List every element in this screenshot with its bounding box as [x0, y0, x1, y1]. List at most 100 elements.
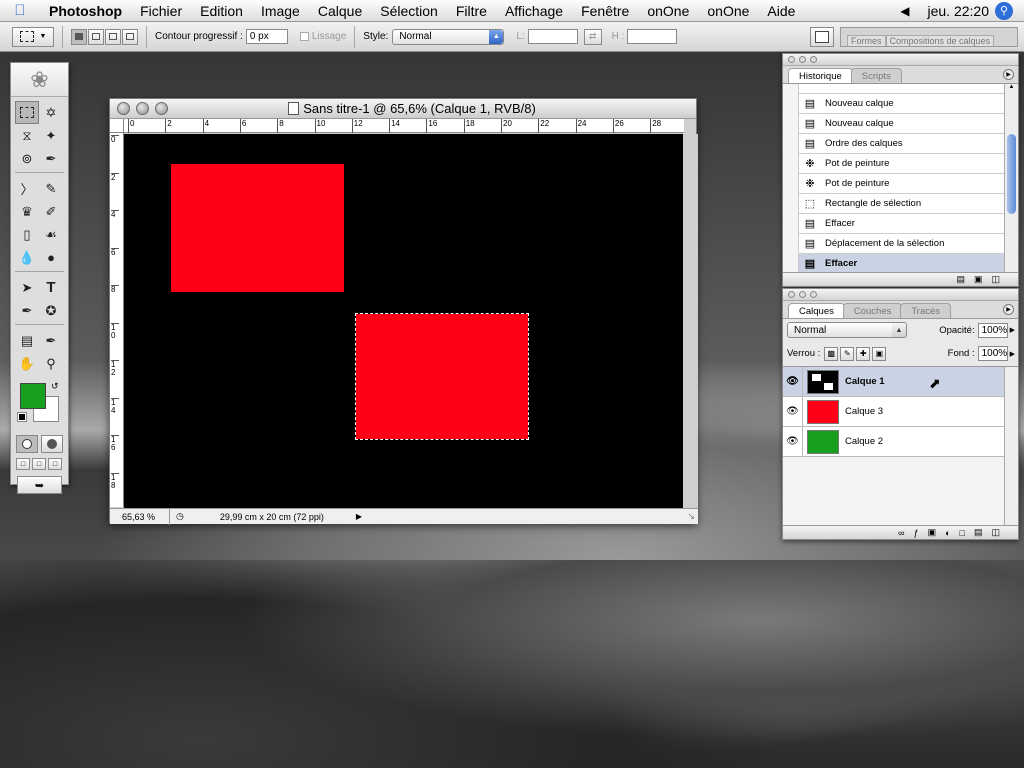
paint-bucket-tool-icon[interactable]: ☙: [39, 223, 63, 246]
history-brush-tool-icon[interactable]: ✐: [39, 200, 63, 223]
eye-visibility-icon[interactable]: 👁: [783, 366, 803, 397]
panel-menu-icon[interactable]: ▶: [1003, 304, 1014, 315]
menu-onone-2[interactable]: onOne: [698, 3, 758, 19]
eraser-tool-icon[interactable]: ▯: [15, 223, 39, 246]
menu-fenetre[interactable]: Fenêtre: [572, 3, 638, 19]
screen-mode-full-icon[interactable]: □: [48, 458, 62, 470]
menu-image[interactable]: Image: [252, 3, 309, 19]
history-snapshot-checkbox[interactable]: [783, 233, 799, 254]
menu-app[interactable]: Photoshop: [40, 3, 131, 19]
history-panel-titlebar[interactable]: [783, 54, 1018, 66]
horizontal-ruler[interactable]: 0 2 4 6 8 10 12 14 16 18 20 22 24 26 28: [124, 119, 684, 133]
menu-onone-1[interactable]: onOne: [638, 3, 698, 19]
history-item[interactable]: ❉ Pot de peinture: [783, 153, 1018, 174]
brush-tool-icon[interactable]: ✎: [39, 177, 63, 200]
add-selection-button[interactable]: [88, 28, 104, 45]
close-window-button[interactable]: [117, 102, 130, 115]
history-snapshot-checkbox[interactable]: [783, 253, 799, 274]
clock[interactable]: jeu. 22:20: [928, 3, 990, 19]
zoom-panel-icon[interactable]: [810, 56, 817, 63]
menu-affichage[interactable]: Affichage: [496, 3, 572, 19]
blur-tool-icon[interactable]: 💧: [15, 246, 39, 269]
new-layer-icon[interactable]: ▤: [974, 527, 983, 538]
history-snapshot-checkbox[interactable]: [783, 173, 799, 194]
quick-mask-button[interactable]: [41, 435, 63, 453]
fill-input[interactable]: 100%: [977, 346, 1008, 361]
style-select[interactable]: Normal ▲: [392, 28, 505, 45]
fill-slider-arrow-icon[interactable]: ▶: [1010, 350, 1015, 358]
history-item[interactable]: ▤ Effacer: [783, 253, 1018, 274]
history-snapshot-checkbox[interactable]: [783, 153, 799, 174]
history-snapshot-checkbox[interactable]: [783, 113, 799, 134]
tab-calques[interactable]: Calques: [788, 303, 845, 318]
history-item[interactable]: ▤ Ordre des calques: [783, 133, 1018, 154]
clone-stamp-tool-icon[interactable]: ♛: [15, 200, 39, 223]
status-menu-arrow-icon[interactable]: ▶: [356, 512, 362, 521]
zoom-level-field[interactable]: 65,63 %: [110, 508, 170, 525]
history-snapshot-checkbox[interactable]: [783, 213, 799, 234]
custom-shape-tool-icon[interactable]: ✪: [39, 299, 63, 322]
rect-marquee-tool-icon[interactable]: [15, 101, 39, 124]
lasso-tool-icon[interactable]: ⧖: [15, 124, 39, 147]
height-input[interactable]: [627, 29, 678, 44]
trash-icon[interactable]: ◫: [991, 274, 1000, 285]
tab-scripts[interactable]: Scripts: [850, 68, 902, 83]
new-selection-button[interactable]: [71, 28, 87, 45]
ruler-origin[interactable]: [110, 119, 124, 133]
pen-tool-icon[interactable]: ✒: [15, 299, 39, 322]
trash-icon[interactable]: ◫: [991, 527, 1000, 538]
minimize-window-button[interactable]: [136, 102, 149, 115]
status-info-icon[interactable]: ◷: [176, 511, 184, 522]
slice-tool-icon[interactable]: ✒: [39, 147, 63, 170]
history-item[interactable]: ▤ Déplacement de la sélection: [783, 233, 1018, 254]
adjustment-layer-icon[interactable]: ◐: [945, 528, 950, 538]
menu-fichier[interactable]: Fichier: [131, 3, 191, 19]
layer-name[interactable]: Calque 3: [845, 406, 883, 417]
dodge-tool-icon[interactable]: ●: [39, 246, 63, 269]
swap-colors-icon[interactable]: ↺: [51, 381, 59, 392]
history-snapshot-checkbox[interactable]: [783, 93, 799, 114]
feather-input[interactable]: 0 px: [245, 29, 288, 44]
volume-icon[interactable]: ◀: [900, 4, 909, 18]
history-item[interactable]: ▤ Nouveau calque: [783, 113, 1018, 134]
history-item[interactable]: ▤ Nouveau calque: [783, 93, 1018, 114]
move-tool-icon[interactable]: ✡: [39, 101, 63, 124]
intersect-selection-button[interactable]: [122, 28, 138, 45]
well-tab-compositions[interactable]: Compositions de calques: [885, 34, 995, 46]
opacity-input[interactable]: 100%: [977, 322, 1008, 338]
feather-logo-icon[interactable]: ❀: [11, 63, 68, 97]
resize-grip-icon[interactable]: ↘: [687, 511, 695, 522]
spotlight-search-icon[interactable]: ⚲: [995, 1, 1013, 20]
vertical-ruler[interactable]: 0 2 4 6 8 1 0 1 2 1 4 1 6 1 8: [110, 133, 124, 507]
scroll-thumb[interactable]: [1007, 134, 1016, 214]
lock-pixels-icon[interactable]: ✎: [840, 346, 855, 361]
close-panel-icon[interactable]: [788, 291, 795, 298]
scroll-up-icon[interactable]: ▲: [1005, 84, 1018, 94]
red-rectangle-selection-calque-1[interactable]: [355, 313, 529, 440]
layer-row-calque-1[interactable]: 👁 Calque 1: [783, 366, 1018, 397]
menu-edition[interactable]: Edition: [191, 3, 252, 19]
eyedropper-tool-icon[interactable]: ✒: [39, 329, 63, 352]
apple-icon[interactable]: : [0, 2, 40, 19]
history-item[interactable]: ❉ Pot de peinture: [783, 173, 1018, 194]
history-snapshot-checkbox[interactable]: [783, 133, 799, 154]
new-document-from-state-icon[interactable]: ▤: [956, 274, 965, 285]
tab-historique[interactable]: Historique: [788, 68, 853, 83]
foreground-color-swatch[interactable]: [20, 383, 46, 409]
history-snapshot-checkbox[interactable]: [783, 193, 799, 214]
standard-mode-button[interactable]: [16, 435, 38, 453]
panel-menu-icon[interactable]: ▶: [1003, 69, 1014, 80]
screen-mode-full-menu-icon[interactable]: □: [32, 458, 46, 470]
layer-row-calque-3[interactable]: 👁 Calque 3: [783, 396, 1018, 427]
type-tool-icon[interactable]: T: [39, 276, 63, 299]
lock-all-icon[interactable]: ▣: [872, 346, 887, 361]
file-browser-button[interactable]: [810, 26, 834, 47]
history-item[interactable]: ▤ Effacer: [783, 213, 1018, 234]
menu-selection[interactable]: Sélection: [371, 3, 447, 19]
layer-mask-icon[interactable]: ▣: [928, 527, 937, 538]
tool-preset-picker[interactable]: ▼: [12, 26, 54, 47]
menu-filtre[interactable]: Filtre: [447, 3, 496, 19]
layer-row-calque-2[interactable]: 👁 Calque 2: [783, 426, 1018, 457]
layers-panel-titlebar[interactable]: [783, 289, 1018, 301]
antialias-checkbox[interactable]: [299, 32, 309, 41]
